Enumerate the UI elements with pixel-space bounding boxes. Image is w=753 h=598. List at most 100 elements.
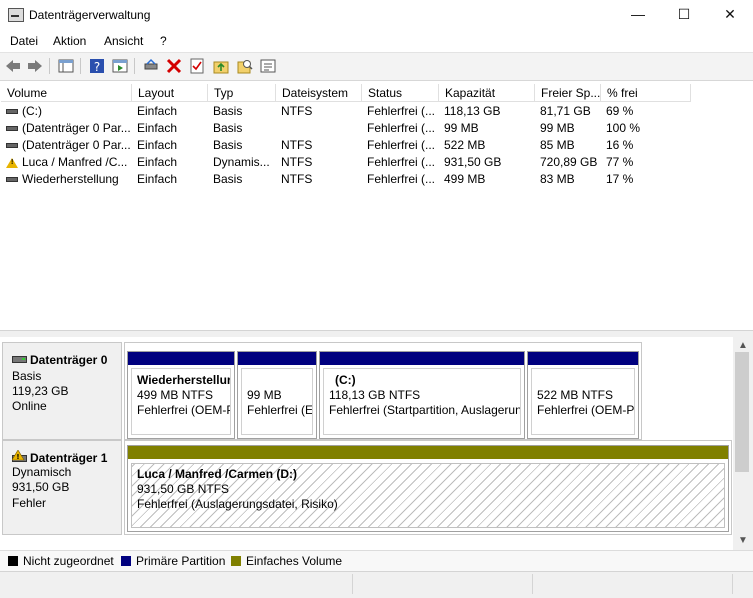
volume-layout: Einfach (137, 172, 178, 186)
volume-name: (Datenträger 0 Par... (22, 121, 130, 135)
status-segment (732, 574, 733, 594)
legend-label-primary: Primäre Partition (136, 554, 226, 568)
partition-oem[interactable]: 522 MB NTFS Fehlerfrei (OEM-Pa (527, 351, 639, 439)
legend-label-simple: Einfaches Volume (246, 554, 343, 568)
properties-pane-icon[interactable] (111, 57, 129, 75)
drive-icon (6, 143, 18, 148)
partition-title: Luca / Manfred /Carmen (D:) (137, 467, 298, 481)
drive-icon (6, 177, 18, 182)
partition-size: 99 MB (247, 388, 282, 402)
menu-bar: Datei Aktion Ansicht ? (0, 30, 753, 53)
volume-status: Fehlerfrei (... (367, 104, 436, 118)
checklist-icon[interactable] (188, 57, 206, 75)
partition-c[interactable]: (C:) 118,13 GB NTFS Fehlerfrei (Startpar… (319, 351, 525, 439)
volume-row[interactable]: ! Luca / Manfred /C... Einfach Dynamis..… (1, 154, 752, 171)
volume-dateisystem: NTFS (281, 155, 313, 169)
column-header-volume[interactable]: Volume (1, 84, 132, 102)
partition-efi[interactable]: 99 MB Fehlerfrei (EF (237, 351, 317, 439)
partition-size: 522 MB NTFS (537, 388, 614, 402)
disk-map-scrollbar[interactable]: ▲ ▼ (733, 337, 753, 550)
folder-up-icon[interactable] (212, 57, 230, 75)
primary-partition-bar (528, 352, 638, 365)
volume-row[interactable]: Wiederherstellung Einfach Basis NTFS Feh… (1, 171, 752, 188)
connect-disk-icon[interactable] (142, 57, 160, 75)
delete-icon[interactable] (165, 57, 183, 75)
window-title: Datenträgerverwaltung (29, 8, 151, 22)
console-tree-icon[interactable] (57, 57, 75, 75)
properties-list-icon[interactable] (259, 57, 277, 75)
disk-0-label[interactable]: Datenträger 0 Basis 119,23 GB Online (2, 342, 122, 440)
volume-row[interactable]: (Datenträger 0 Par... Einfach Basis NTFS… (1, 137, 752, 154)
menu-help[interactable]: ? (160, 34, 167, 48)
menu-ansicht[interactable]: Ansicht (104, 34, 143, 48)
forward-arrow-icon[interactable] (26, 57, 44, 75)
partition-size: 118,13 GB NTFS (329, 388, 421, 402)
column-header-kapazitaet[interactable]: Kapazität (439, 84, 535, 102)
back-arrow-icon[interactable] (4, 57, 22, 75)
disk-management-app-icon (8, 8, 24, 22)
title-bar: Datenträgerverwaltung — ☐ ✕ (0, 0, 753, 30)
volume-freier-speicher: 83 MB (540, 172, 575, 186)
toolbar-separator (134, 58, 135, 74)
partition-body: 522 MB NTFS Fehlerfrei (OEM-Pa (531, 368, 635, 435)
close-button[interactable]: ✕ (707, 0, 753, 30)
column-header-layout[interactable]: Layout (132, 84, 208, 102)
help-icon[interactable]: ? (88, 57, 106, 75)
column-header-prozent-frei[interactable]: % frei (601, 84, 691, 102)
volume-row[interactable]: (Datenträger 0 Par... Einfach Basis Fehl… (1, 120, 752, 137)
volume-kapazitaet: 522 MB (444, 138, 486, 152)
maximize-button[interactable]: ☐ (661, 0, 707, 30)
menu-aktion[interactable]: Aktion (53, 34, 86, 48)
scroll-up-icon[interactable]: ▲ (738, 340, 748, 351)
drive-icon (6, 126, 18, 131)
partition-status: Fehlerfrei (Startpartition, Auslagerun (329, 403, 521, 417)
volume-layout: Einfach (137, 138, 178, 152)
volume-kapazitaet: 499 MB (444, 172, 486, 186)
partition-title: (C:) (335, 373, 356, 387)
status-bar (0, 571, 753, 598)
volume-kapazitaet: 99 MB (444, 121, 479, 135)
partition-body-hatched: Luca / Manfred /Carmen (D:) 931,50 GB NT… (131, 463, 725, 528)
disk-1-partitions: Luca / Manfred /Carmen (D:) 931,50 GB NT… (124, 440, 732, 535)
menu-datei[interactable]: Datei (10, 34, 38, 48)
disk-0-partitions: Wiederherstellur 499 MB NTFS Fehlerfrei … (124, 342, 642, 440)
legend-swatch-primary (121, 556, 131, 566)
folder-search-icon[interactable] (236, 57, 254, 75)
column-header-dateisystem[interactable]: Dateisystem (276, 84, 362, 102)
volume-kapazitaet: 931,50 GB (444, 155, 502, 169)
primary-partition-bar (320, 352, 524, 365)
disk-1-label[interactable]: ! Datenträger 1 Dynamisch 931,50 GB Fehl… (2, 440, 122, 535)
partition-status: Fehlerfrei (OEM-Pa (537, 403, 635, 417)
drive-icon (6, 109, 18, 114)
partition-recovery[interactable]: Wiederherstellur 499 MB NTFS Fehlerfrei … (127, 351, 235, 439)
volume-status: Fehlerfrei (... (367, 155, 436, 169)
volume-kapazitaet: 118,13 GB (444, 104, 501, 118)
minimize-button[interactable]: — (615, 0, 661, 30)
column-header-status[interactable]: Status (362, 84, 439, 102)
legend-swatch-unallocated (8, 556, 18, 566)
legend-label-unallocated: Nicht zugeordnet (23, 554, 114, 568)
column-header-typ[interactable]: Typ (208, 84, 276, 102)
volume-dateisystem: NTFS (281, 172, 313, 186)
column-header-freier-speicher[interactable]: Freier Sp... (535, 84, 601, 102)
partition-d[interactable]: Luca / Manfred /Carmen (D:) 931,50 GB NT… (127, 445, 729, 532)
volume-dateisystem: NTFS (281, 138, 313, 152)
volume-name: (Datenträger 0 Par... (22, 138, 130, 152)
volume-status: Fehlerfrei (... (367, 138, 436, 152)
partition-size: 499 MB NTFS (137, 388, 214, 402)
volume-prozent-frei: 77 % (606, 155, 634, 169)
legend-swatch-simple (231, 556, 241, 566)
primary-partition-bar (238, 352, 316, 365)
volume-row[interactable]: (C:) Einfach Basis NTFS Fehlerfrei (... … (1, 103, 752, 120)
volume-freier-speicher: 720,89 GB (540, 155, 598, 169)
volume-typ: Dynamis... (213, 155, 270, 169)
warning-icon: ! (6, 158, 18, 168)
volume-status: Fehlerfrei (... (367, 172, 436, 186)
partition-status: Fehlerfrei (EF (247, 403, 313, 417)
toolbar-separator (49, 58, 50, 74)
volume-list[interactable]: Volume Layout Typ Dateisystem Status Kap… (1, 84, 752, 330)
volume-typ: Basis (213, 121, 243, 135)
scroll-thumb[interactable] (735, 352, 749, 472)
toolbar: ? (0, 53, 753, 81)
scroll-down-icon[interactable]: ▼ (738, 535, 748, 546)
